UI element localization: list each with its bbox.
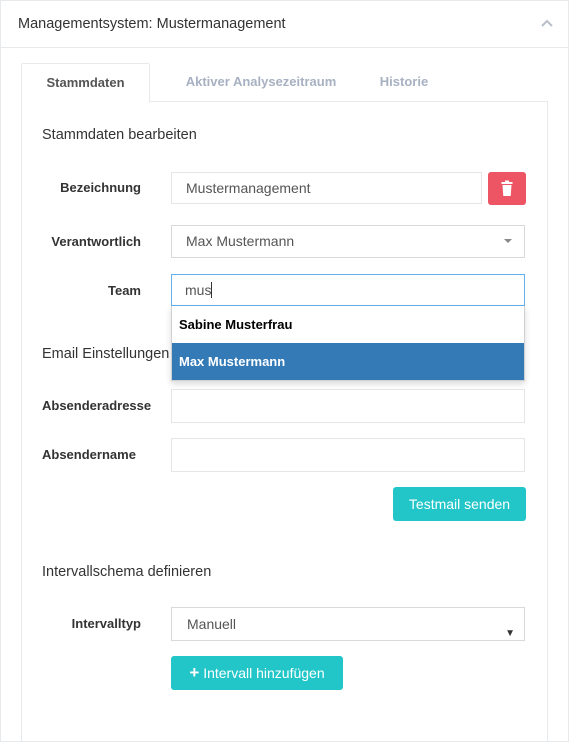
- bezeichnung-label: Bezeichnung: [60, 180, 141, 195]
- tab-label: Historie: [379, 74, 429, 89]
- tab-aktiver-analysezeitraum[interactable]: Aktiver Analysezeitraum: [161, 63, 361, 101]
- section-title-email: Email Einstellungen: [42, 346, 170, 362]
- intervalltyp-select[interactable]: Manuell ▼: [171, 607, 525, 641]
- panel-title: Managementsystem: Mustermanagement: [18, 16, 286, 32]
- panel-header: Managementsystem: Mustermanagement: [1, 1, 568, 48]
- tab-bar: Stammdaten Aktiver Analysezeitraum Histo…: [21, 63, 547, 103]
- autocomplete-option[interactable]: Sabine Musterfrau: [172, 306, 524, 343]
- add-interval-label: Intervall hinzufügen: [203, 665, 325, 681]
- bezeichnung-input[interactable]: Mustermanagement: [171, 172, 482, 204]
- text-cursor: [211, 282, 213, 298]
- tab-label: Aktiver Analysezeitraum: [185, 74, 337, 89]
- verantwortlich-select[interactable]: Max Mustermann: [171, 225, 525, 258]
- tab-label: Stammdaten: [46, 75, 125, 90]
- team-input[interactable]: mus: [171, 274, 525, 306]
- absenderadresse-label: Absenderadresse: [42, 398, 152, 413]
- intervalltyp-value: Manuell: [187, 616, 237, 632]
- plus-icon: +: [189, 663, 200, 682]
- team-autocomplete-dropdown: Sabine Musterfrau Max Mustermann: [171, 306, 525, 381]
- autocomplete-option-selected[interactable]: Max Mustermann: [172, 343, 524, 380]
- chevron-up-icon[interactable]: [540, 18, 554, 28]
- section-title-stammdaten: Stammdaten bearbeiten: [42, 127, 197, 143]
- dropdown-arrow-icon: ▼: [505, 628, 515, 639]
- delete-button[interactable]: [488, 172, 526, 205]
- add-interval-button[interactable]: + Intervall hinzufügen: [171, 656, 343, 690]
- intervalltyp-label: Intervalltyp: [71, 616, 141, 631]
- absendername-input[interactable]: [171, 438, 525, 472]
- testmail-button[interactable]: Testmail senden: [393, 487, 526, 521]
- absendername-label: Absendername: [42, 447, 136, 462]
- team-input-value: mus: [185, 282, 212, 298]
- tab-historie[interactable]: Historie: [361, 63, 447, 101]
- team-label: Team: [108, 283, 141, 298]
- section-title-interval: Intervallschema definieren: [42, 564, 212, 580]
- absenderadresse-input[interactable]: [171, 389, 525, 423]
- verantwortlich-value: Max Mustermann: [186, 233, 295, 249]
- verantwortlich-label: Verantwortlich: [51, 234, 141, 249]
- chevron-down-icon: [504, 239, 512, 243]
- tab-stammdaten[interactable]: Stammdaten: [21, 63, 150, 103]
- trash-icon: [501, 180, 513, 196]
